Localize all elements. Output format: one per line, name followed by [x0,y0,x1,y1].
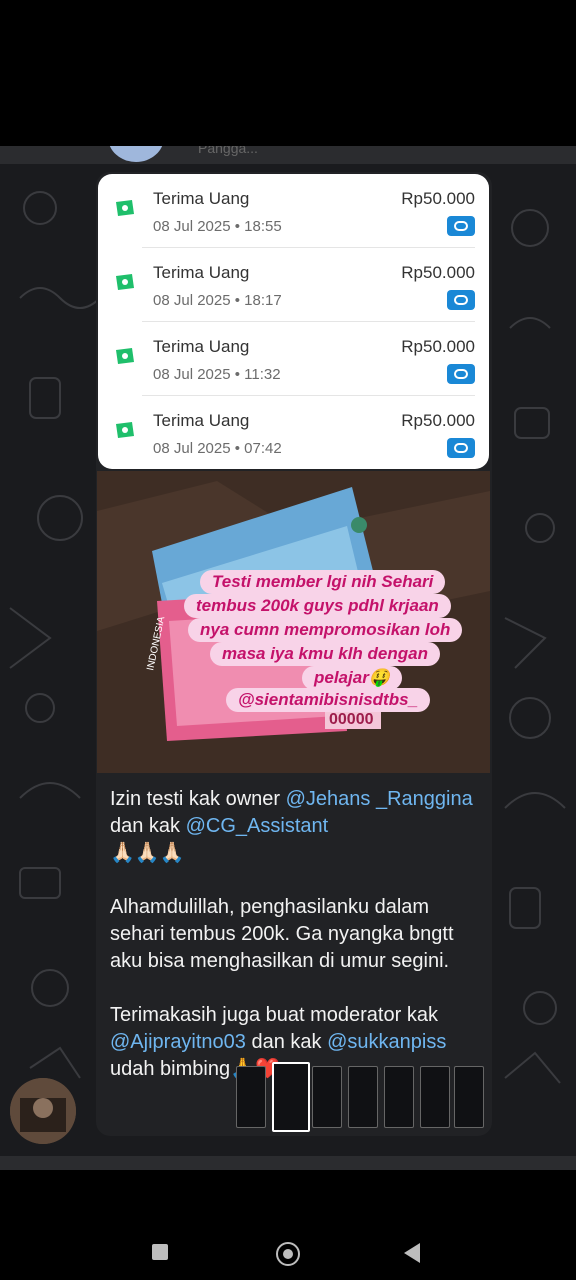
thumbnail[interactable] [454,1066,484,1128]
status-area [0,0,576,148]
moderator-mention-link[interactable]: @Ajiprayitno03 [110,1031,246,1053]
thumbnail[interactable] [348,1066,378,1128]
home-icon[interactable] [276,1242,300,1266]
transaction-amount: Rp50.000 [401,189,475,208]
transaction-amount: Rp50.000 [401,411,475,430]
banknote-number: 00000 [329,711,374,728]
money-icon [116,200,134,216]
transaction-title: Terima Uang [153,337,250,356]
transaction-amount: Rp50.000 [401,337,475,356]
recent-apps-icon[interactable] [152,1244,168,1260]
overlay-line: tembus 200k guys pdhl krjaan [184,594,451,618]
emoji-line: 🙏🏻🙏🏻🙏🏻 [110,842,185,864]
chat-title: Pangga... [198,146,258,156]
assistant-mention-link[interactable]: @CG_Assistant [186,815,329,837]
sender-avatar[interactable] [10,1078,76,1144]
wallet-badge-icon [447,216,475,236]
thumbnail-active[interactable] [272,1062,310,1132]
transaction-title: Terima Uang [153,189,250,208]
transaction-row[interactable]: Terima Uang 08 Jul 2025 • 11:32 Rp50.000 [98,322,489,396]
transaction-date: 08 Jul 2025 • 18:55 [153,218,282,235]
transaction-title: Terima Uang [153,411,250,430]
wallet-badge-icon [447,364,475,384]
transaction-row[interactable]: Terima Uang 08 Jul 2025 • 18:55 Rp50.000 [98,174,489,248]
overlay-line: nya cumn mempromosikan loh [188,618,463,642]
money-icon [116,422,134,438]
back-icon[interactable] [404,1243,420,1263]
chat-footer [0,1156,576,1170]
transaction-title: Terima Uang [153,263,250,282]
transaction-amount: Rp50.000 [401,263,475,282]
wallet-badge-icon [447,290,475,310]
transaction-row[interactable]: Terima Uang 08 Jul 2025 • 18:17 Rp50.000 [98,248,489,322]
message-fragment: dan kak [110,815,186,837]
message-fragment: dan kak [245,1031,328,1053]
media-thumbnail-strip[interactable] [236,1062,488,1132]
chat-avatar[interactable] [108,146,164,162]
chat-header[interactable]: Pangga... [0,146,576,164]
message-paragraph: Alhamdulillah, penghasilanku dalam sehar… [110,896,454,972]
second-mention-link[interactable]: @sukkanpiss [327,1031,446,1053]
transaction-date: 08 Jul 2025 • 11:32 [153,366,281,383]
transaction-date: 08 Jul 2025 • 07:42 [153,440,282,457]
message-line: Izin testi kak owner @Jehans _Ranggina d… [110,786,480,840]
message-fragment: Izin testi kak owner [110,788,286,810]
wallet-badge-icon [447,438,475,458]
avatar-image [10,1078,76,1144]
overlay-line: pelajar🤑 [302,666,402,690]
thumbnail[interactable] [384,1066,414,1128]
thumbnail[interactable] [312,1066,342,1128]
overlay-line: Testi member lgi nih Sehari [200,570,446,594]
message-text: Izin testi kak owner @Jehans _Ranggina d… [110,786,480,1083]
money-icon [116,348,134,364]
message-fragment: Terimakasih juga buat moderator kak [110,1004,438,1026]
overlay-line: masa iya kmu klh dengan [210,642,440,666]
thumbnail[interactable] [420,1066,450,1128]
overlay-handle: @sientamibisnisdtbs_ [226,688,431,712]
transaction-list: Terima Uang 08 Jul 2025 • 18:55 Rp50.000… [98,174,489,469]
owner-mention-link[interactable]: @Jehans _Ranggina [286,788,473,810]
money-icon [116,274,134,290]
transaction-row[interactable]: Terima Uang 08 Jul 2025 • 07:42 Rp50.000 [98,396,489,469]
transaction-date: 08 Jul 2025 • 18:17 [153,292,282,309]
thumbnail[interactable] [236,1066,266,1128]
